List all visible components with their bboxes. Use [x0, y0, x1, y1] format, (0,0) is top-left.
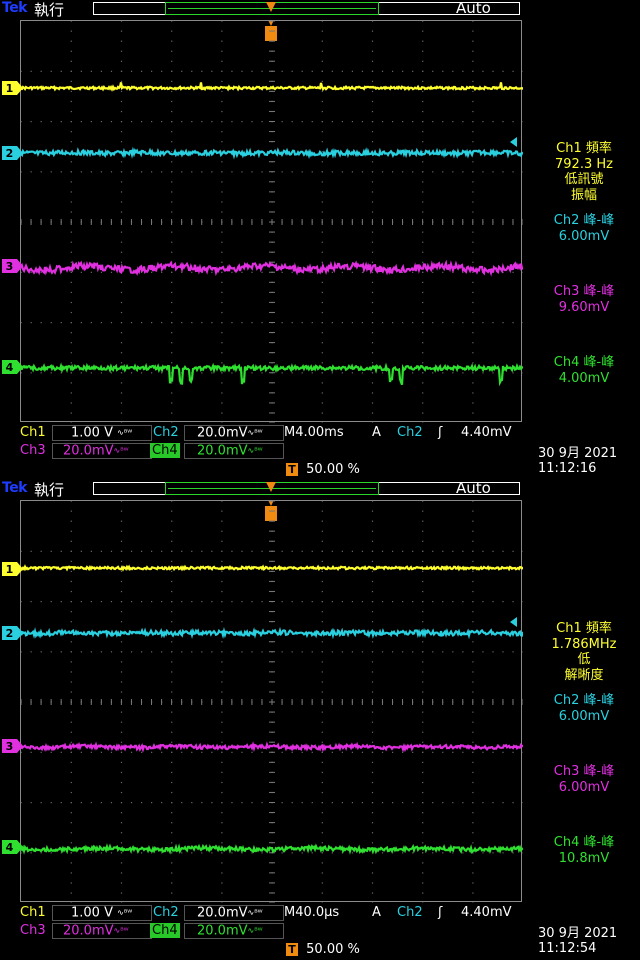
channel-2-marker[interactable]: 2 — [2, 146, 23, 160]
ch4-label: Ch4 — [150, 443, 180, 458]
scope-screen-2: Tek 執行 Auto 1 2 3 4 Ch1 頻率 1.786MHz 低 解晰… — [0, 479, 640, 960]
ch2-label: Ch2 — [153, 905, 179, 920]
brand-logo: Tek — [2, 0, 28, 16]
ch4-scale: 20.0mV∿ᴮᵂ — [184, 443, 284, 459]
trigger-position: T 50.00 % — [286, 462, 360, 478]
channel-1-marker[interactable]: 1 — [2, 81, 23, 95]
run-status: 執行 — [34, 1, 65, 19]
acquisition-mode: Auto — [456, 479, 491, 497]
trigger-slope-icon: ʃ — [438, 905, 443, 920]
measurement-ch1: Ch1 頻率 792.3 Hz 低訊號 振幅 — [555, 141, 613, 203]
trigger-source: Ch2 — [397, 905, 423, 920]
ch3-scale: 20.0mV∿ᴮᵂ — [52, 443, 152, 459]
ch1-trace — [21, 564, 523, 572]
ch4-label: Ch4 — [150, 923, 180, 938]
channel-3-marker[interactable]: 3 — [2, 739, 23, 753]
trigger-type: A — [372, 425, 381, 440]
brand-logo: Tek — [2, 480, 28, 496]
ch2-scale: 20.0mV∿ᴮᵂ — [184, 425, 284, 441]
graticule — [20, 20, 523, 423]
graticule — [20, 500, 523, 903]
ch1-label: Ch1 — [20, 425, 46, 440]
measurement-ch4: Ch4 峰-峰 4.00mV — [553, 355, 615, 386]
trigger-level: 4.40mV — [461, 905, 512, 920]
ch4-trace — [21, 362, 523, 387]
trigger-type: A — [372, 905, 381, 920]
timebase: M4.00ms — [284, 425, 344, 440]
channel-3-marker[interactable]: 3 — [2, 259, 23, 273]
channel-4-marker[interactable]: 4 — [2, 840, 23, 854]
ch1-scale: 1.00 V ∿ᴮᵂ — [52, 905, 152, 921]
ch3-trace — [21, 741, 523, 753]
measurement-ch2: Ch2 峰-峰 6.00mV — [553, 693, 615, 724]
trigger-position-icon-small: T — [286, 943, 298, 956]
ch4-trace — [21, 843, 523, 855]
ch2-trace — [21, 626, 523, 640]
measurement-ch4: Ch4 峰-峰 10.8mV — [553, 835, 615, 866]
graticule-svg — [21, 501, 523, 903]
graticule-svg — [21, 21, 523, 423]
ch3-label: Ch3 — [20, 923, 46, 938]
ch2-trace — [21, 146, 523, 160]
ch2-label: Ch2 — [153, 425, 179, 440]
ch1-scale: 1.00 V ∿ᴮᵂ — [52, 425, 152, 441]
date-time: 30 9月 2021 11:12:54 — [538, 926, 618, 956]
trigger-slope-icon: ʃ — [438, 425, 443, 440]
scope-screen-1: Tek 執行 Auto 1 2 3 4 Ch1 頻率 792.3 Hz 低訊號 … — [0, 0, 640, 480]
channel-4-marker[interactable]: 4 — [2, 360, 23, 374]
acquisition-mode: Auto — [456, 0, 491, 17]
ch2-scale: 20.0mV∿ᴮᵂ — [184, 905, 284, 921]
ch3-label: Ch3 — [20, 443, 46, 458]
timebase: M40.0µs — [284, 905, 340, 920]
trigger-level-marker[interactable] — [510, 617, 517, 627]
run-status: 執行 — [34, 481, 65, 499]
trigger-position-icon-small: T — [286, 463, 298, 476]
trigger-source: Ch2 — [397, 425, 423, 440]
ch1-trace — [21, 82, 523, 92]
ch1-label: Ch1 — [20, 905, 46, 920]
channel-2-marker[interactable]: 2 — [2, 626, 23, 640]
measurement-ch3: Ch3 峰-峰 6.00mV — [553, 764, 615, 795]
trigger-level: 4.40mV — [461, 425, 512, 440]
trigger-level-marker[interactable] — [510, 137, 517, 147]
ch4-scale: 20.0mV∿ᴮᵂ — [184, 923, 284, 939]
channel-1-marker[interactable]: 1 — [2, 562, 23, 576]
measurement-ch2: Ch2 峰-峰 6.00mV — [553, 213, 615, 244]
ch3-trace — [21, 259, 523, 277]
measurement-ch1: Ch1 頻率 1.786MHz 低 解晰度 — [551, 621, 617, 683]
date-time: 30 9月 2021 11:12:16 — [538, 446, 618, 476]
ch3-scale: 20.0mV∿ᴮᵂ — [52, 923, 152, 939]
measurement-ch3: Ch3 峰-峰 9.60mV — [553, 284, 615, 315]
trigger-position: T 50.00 % — [286, 942, 360, 958]
